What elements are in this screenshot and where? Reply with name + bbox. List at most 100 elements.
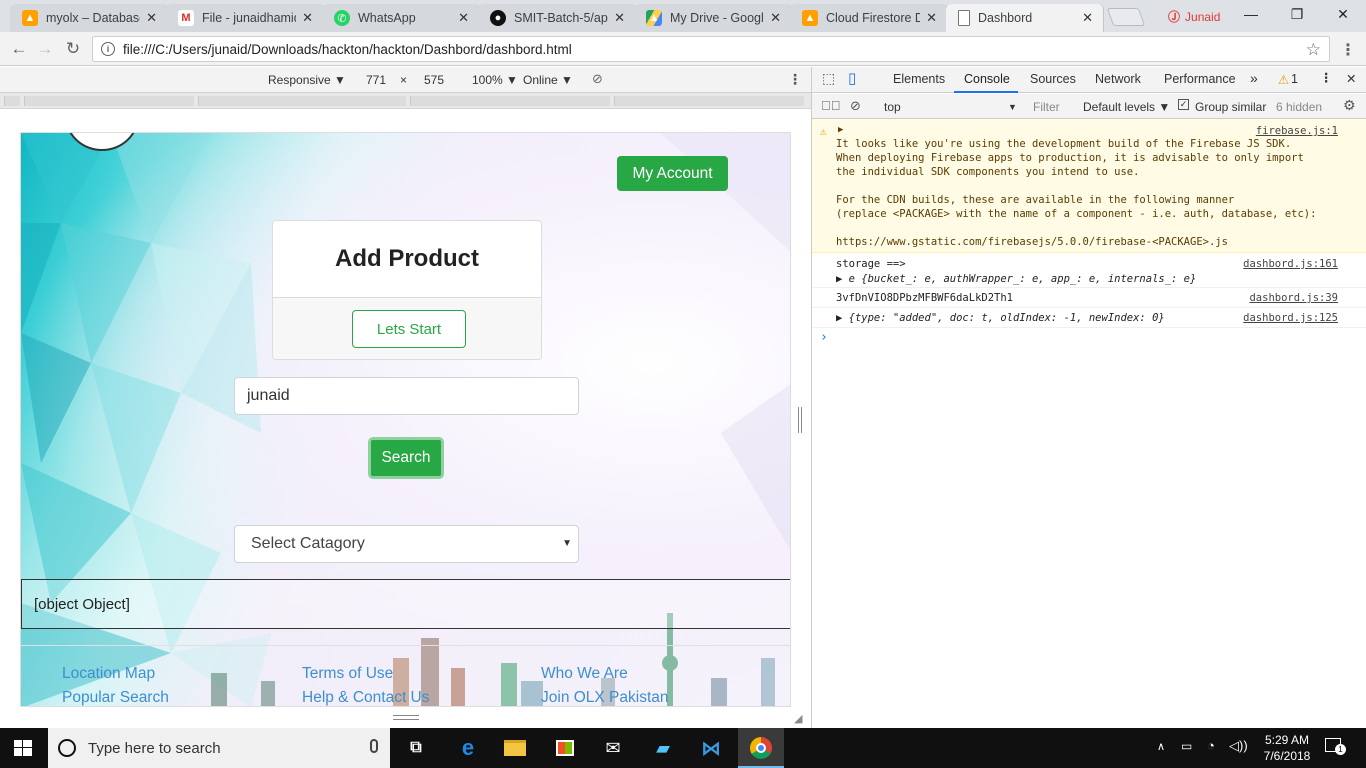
sidebar-toggle-icon[interactable]: ▶⃞ [821, 98, 841, 113]
reload-icon[interactable]: ↻ [62, 38, 84, 60]
info-icon[interactable]: i [101, 42, 115, 56]
group-similar-checkbox[interactable]: ✓ [1178, 99, 1189, 110]
warning-count[interactable]: 1 [1291, 72, 1298, 86]
tab-github[interactable]: ● SMIT-Batch-5/app ✕ [478, 4, 636, 32]
more-tabs-icon[interactable]: » [1250, 70, 1258, 86]
store-icon[interactable] [552, 736, 578, 760]
devtools-panel: ⬚ ▯ Elements Console Sources Network Per… [811, 67, 1366, 728]
add-product-card: Add Product Lets Start [272, 220, 542, 360]
task-view-icon[interactable]: ⧉ [403, 736, 429, 760]
close-icon[interactable]: ✕ [614, 10, 625, 26]
close-icon[interactable]: ✕ [1082, 10, 1093, 26]
footer-link-location-map[interactable]: Location Map [62, 665, 155, 683]
edge-icon[interactable]: e [455, 735, 481, 760]
tab-label: Dashbord [978, 11, 1033, 25]
products-output: [object Object] [21, 579, 790, 629]
inspect-element-icon[interactable]: ⬚ [822, 70, 835, 87]
close-devtools-icon[interactable]: ✕ [1346, 71, 1356, 86]
back-icon[interactable]: ← [8, 38, 30, 60]
close-icon[interactable]: ✕ [302, 10, 313, 26]
context-select[interactable]: top [884, 100, 901, 114]
lets-start-button[interactable]: Lets Start [352, 310, 466, 348]
close-window-button[interactable]: ✕ [1328, 4, 1358, 24]
settings-gear-icon[interactable]: ⚙ [1343, 97, 1356, 114]
clear-console-icon[interactable]: ⊘ [850, 98, 861, 114]
category-select[interactable]: Select Catagory ▼ [234, 525, 579, 563]
source-link[interactable]: dashbord.js:39 [1249, 292, 1338, 304]
windows-start-icon[interactable] [14, 740, 32, 756]
width-resize-handle[interactable] [798, 407, 802, 433]
viewport-width-input[interactable]: 771 [366, 73, 386, 87]
search-button[interactable]: Search [368, 437, 444, 479]
viewport-height-input[interactable]: 575 [424, 73, 444, 87]
source-link[interactable]: dashbord.js:125 [1243, 312, 1338, 324]
media-query-ruler[interactable] [0, 93, 811, 109]
footer-link-popular-search[interactable]: Popular Search [62, 689, 169, 706]
footer-link-terms-of-use[interactable]: Terms of Use [302, 665, 393, 683]
vscode-icon[interactable]: ⋈ [698, 736, 724, 760]
zoom-select[interactable]: 100% ▼ [472, 73, 518, 87]
source-link[interactable]: firebase.js:1 [1256, 125, 1338, 137]
action-center-icon[interactable]: 1 [1325, 738, 1346, 755]
footer-link-join-olx[interactable]: Join OLX Pakistan [541, 689, 669, 706]
dimension-separator: × [400, 73, 408, 87]
volume-icon[interactable]: ◁)) [1229, 738, 1248, 754]
devtools-menu-icon[interactable]: ⋮ [1320, 70, 1333, 85]
rotate-icon[interactable]: ⊘ [592, 71, 603, 87]
app-icon[interactable]: ▰ [650, 736, 676, 760]
tab-elements[interactable]: Elements [893, 72, 945, 86]
tab-gmail[interactable]: M File - junaidhamid ✕ [166, 4, 324, 32]
corner-resize-handle[interactable]: ◢ [794, 712, 802, 725]
minimize-button[interactable]: — [1236, 4, 1266, 24]
console-prompt[interactable]: › [812, 328, 1366, 348]
tab-google-drive[interactable]: ▲ My Drive - Google ✕ [634, 4, 792, 32]
device-mode-select[interactable]: Responsive ▼ [268, 73, 346, 87]
close-icon[interactable]: ✕ [770, 10, 781, 26]
expand-arrow-icon[interactable]: ▶ [838, 125, 843, 135]
tab-whatsapp[interactable]: ✆ WhatsApp ✕ [322, 4, 480, 32]
profile-button[interactable]: Ⓙ Junaid [1168, 8, 1220, 25]
footer-link-help-contact[interactable]: Help & Contact Us [302, 689, 430, 706]
warning-icon[interactable]: ⚠ [1278, 72, 1289, 87]
battery-icon[interactable]: ▭ [1181, 739, 1192, 753]
taskbar-clock[interactable]: 5:29 AM 7/6/2018 [1256, 732, 1318, 764]
more-options-icon[interactable]: ⋮ [788, 71, 802, 88]
console-log: 3vfDnVIO8DPbzMFBWF6daLkD2Th1 dashbord.js… [812, 288, 1366, 308]
source-link[interactable]: dashbord.js:161 [1243, 258, 1338, 270]
restore-button[interactable]: ❐ [1282, 4, 1312, 24]
wifi-icon[interactable]: ◔ [1207, 738, 1215, 753]
network-throttle-select[interactable]: Online ▼ [523, 73, 573, 87]
close-icon[interactable]: ✕ [146, 10, 157, 26]
close-icon[interactable]: ✕ [926, 10, 937, 26]
tab-network[interactable]: Network [1095, 72, 1141, 86]
log-object[interactable]: ▶ {type: "added", doc: t, oldIndex: -1, … [836, 312, 1165, 324]
mail-icon[interactable]: ✉ [600, 736, 626, 760]
microphone-icon[interactable] [370, 739, 378, 753]
height-resize-handle[interactable] [393, 715, 419, 720]
file-explorer-icon[interactable] [502, 736, 528, 760]
footer-link-who-we-are[interactable]: Who We Are [541, 665, 628, 683]
forward-icon[interactable]: → [34, 38, 56, 60]
tab-myolx-database[interactable]: ▲ myolx – Database ✕ [10, 4, 168, 32]
my-account-button[interactable]: My Account [617, 156, 728, 191]
search-input[interactable]: junaid [234, 377, 579, 415]
log-object[interactable]: ▶ e {bucket_: e, authWrapper_: e, app_: … [836, 273, 1196, 285]
device-toolbar: Responsive ▼ 771 × 575 100% ▼ Online ▼ ⊘… [0, 67, 811, 93]
device-toggle-icon[interactable]: ▯ [848, 69, 856, 87]
tab-dashbord[interactable]: Dashbord ✕ [946, 4, 1104, 32]
taskbar-search-box[interactable]: Type here to search [48, 728, 390, 768]
address-bar[interactable]: i file:///C:/Users/junaid/Downloads/hack… [92, 36, 1330, 62]
console-log: storage ==> dashbord.js:161 ▶ e {bucket_… [812, 253, 1366, 288]
chrome-menu-icon[interactable]: ⋮ [1340, 40, 1356, 60]
bookmark-star-icon[interactable]: ☆ [1306, 40, 1321, 60]
new-tab-button[interactable] [1106, 8, 1146, 26]
tab-console[interactable]: Console [964, 72, 1010, 86]
filter-input[interactable]: Filter [1033, 100, 1060, 114]
chrome-taskbar-button[interactable] [738, 728, 784, 768]
tab-cloud-firestore[interactable]: ▲ Cloud Firestore Da ✕ [790, 4, 948, 32]
chevron-up-icon[interactable]: ∧ [1157, 740, 1165, 753]
log-levels-select[interactable]: Default levels ▼ [1083, 100, 1170, 114]
close-icon[interactable]: ✕ [458, 10, 469, 26]
tab-sources[interactable]: Sources [1030, 72, 1076, 86]
tab-performance[interactable]: Performance [1164, 72, 1236, 86]
